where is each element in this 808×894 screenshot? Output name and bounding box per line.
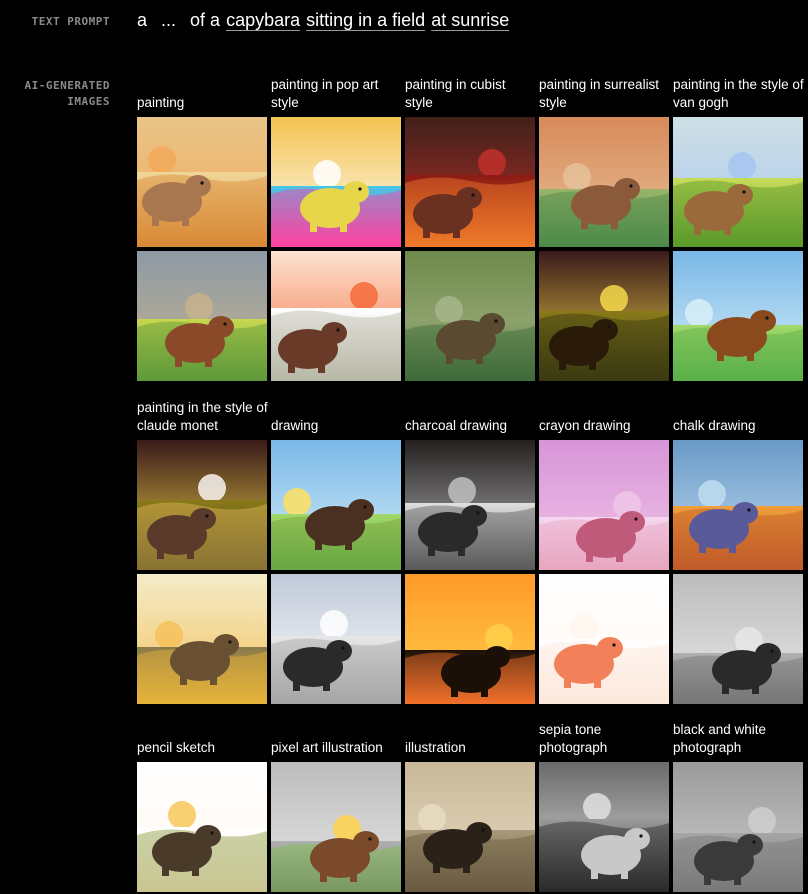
prompt-ellipsis[interactable]: ... (161, 7, 176, 33)
generated-image[interactable] (673, 117, 803, 247)
generated-image[interactable] (539, 574, 669, 704)
style-caption: drawing (271, 418, 319, 433)
generated-image[interactable] (405, 574, 535, 704)
generated-image[interactable] (405, 762, 535, 892)
generated-image[interactable] (271, 117, 401, 247)
generated-image[interactable] (673, 762, 803, 892)
generated-image[interactable] (673, 574, 803, 704)
generated-image[interactable] (271, 440, 401, 570)
generated-image[interactable] (405, 440, 535, 570)
prompt-lead: a (137, 10, 148, 30)
label-ai-generated-images: AI-GENERATED IMAGES (24, 79, 110, 108)
style-caption: painting in surrealist style (539, 77, 660, 110)
generated-image[interactable] (271, 762, 401, 892)
generated-image[interactable] (405, 251, 535, 381)
generated-image[interactable] (539, 762, 669, 892)
generated-image[interactable] (137, 574, 267, 704)
generated-image[interactable] (137, 117, 267, 247)
generated-image[interactable] (539, 117, 669, 247)
prompt-middle: of a (190, 10, 221, 30)
generated-image[interactable] (539, 440, 669, 570)
label-text-prompt: TEXT PROMPT (31, 15, 110, 28)
generated-image[interactable] (673, 440, 803, 570)
style-caption: chalk drawing (673, 418, 756, 433)
prompt-setting-option[interactable]: sitting in a field (306, 7, 425, 33)
style-caption: sepia tone photograph (539, 722, 608, 755)
style-caption: painting (137, 95, 185, 110)
generated-image[interactable] (405, 117, 535, 247)
generated-image[interactable] (137, 762, 267, 892)
style-caption: painting in pop art style (271, 77, 379, 110)
generated-image[interactable] (137, 440, 267, 570)
generated-image[interactable] (137, 251, 267, 381)
style-caption: crayon drawing (539, 418, 631, 433)
text-prompt: a ... of a capybara sitting in a field a… (137, 7, 509, 35)
style-caption: black and white photograph (673, 722, 767, 755)
style-caption: illustration (405, 740, 466, 755)
prompt-subject-option[interactable]: capybara (226, 7, 300, 33)
style-caption: painting in the style of claude monet (137, 400, 268, 433)
style-caption: pencil sketch (137, 740, 216, 755)
style-caption: charcoal drawing (405, 418, 508, 433)
style-caption: pixel art illustration (271, 740, 383, 755)
generated-image[interactable] (539, 251, 669, 381)
style-caption: painting in the style of van gogh (673, 77, 804, 110)
generated-image[interactable] (271, 574, 401, 704)
prompt-time-option[interactable]: at sunrise (431, 7, 509, 33)
generated-image[interactable] (271, 251, 401, 381)
style-caption: painting in cubist style (405, 77, 506, 110)
generated-image[interactable] (673, 251, 803, 381)
